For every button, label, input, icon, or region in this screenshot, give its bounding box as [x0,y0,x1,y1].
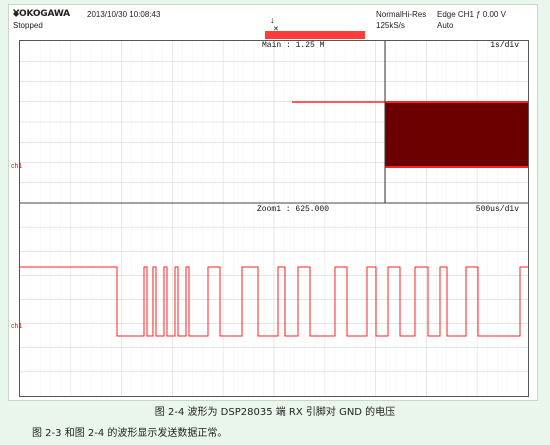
ch1-marker-zoom-icon: ch1 [11,323,23,330]
sample-rate: 125kS/s [376,21,405,30]
trigger-position-bar [265,31,365,39]
hires-label: Hi-Res [401,10,427,19]
acquisition-mode: NormalHi-Res [376,10,426,19]
main-time-div: 1s/div [490,41,519,50]
grid [20,41,528,396]
waveform-svg [20,41,528,396]
datetime: 2013/10/30 10:08:43 [87,10,161,19]
trigger-mode: Auto [437,21,454,30]
body-text: 图 2-3 和图 2-4 的波形显示发送数据正常。 [32,428,228,439]
trigger-setting: Edge CH1 ƒ 0.00 V [437,10,506,19]
waveform-display [19,40,529,397]
zoom-position: Zoom1 : 625.000 [257,205,330,214]
trigger-position-icon: ↓ [270,15,275,25]
oscilloscope-screen: YOKOGAWA ◆ 2013/10/30 10:08:43 Stopped N… [8,4,538,401]
mode-label: Normal [376,10,402,19]
main-trace-burst [385,102,528,167]
brand-name: YOKOGAWA [13,9,70,19]
main-record-length: Main : 1.25 M [262,41,325,50]
zoom-time-div: 500us/div [475,205,519,214]
brand-mark-icon: ◆ [13,9,19,18]
acquisition-status: Stopped [13,21,43,30]
ch1-marker-main-icon: ch1 [11,163,23,170]
figure-caption: 图 2-4 波形为 DSP28035 端 RX 引脚对 GND 的电压 [154,407,396,418]
